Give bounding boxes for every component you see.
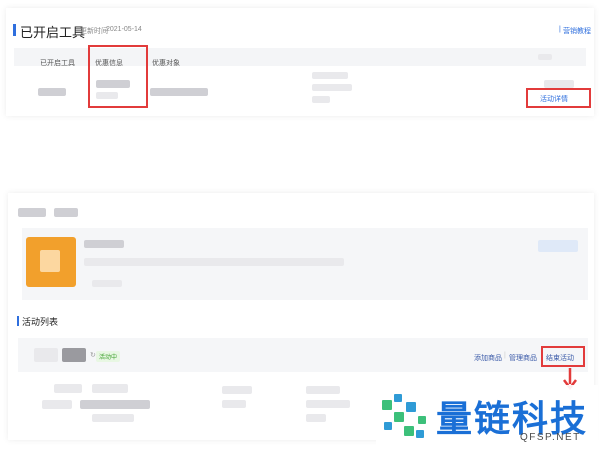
action-divider: | (504, 352, 506, 359)
blurred-info-2 (312, 84, 352, 91)
highlight-box-activity-details (526, 88, 591, 108)
blurred-info-3 (312, 96, 330, 103)
blurred-detail-9 (306, 400, 350, 408)
tutorial-link-marker: | (559, 26, 561, 33)
brand-logo-icon (382, 394, 426, 438)
blurred-detail-4 (80, 400, 150, 409)
store-logo (26, 237, 76, 287)
opened-tools-title: 已开启工具 (20, 25, 86, 40)
blurred-store-extra (92, 280, 122, 287)
blurred-detail-1 (54, 384, 82, 393)
marketing-tutorial-link[interactable]: 营销教程 (563, 26, 591, 36)
activity-list-title: 活动列表 (22, 317, 59, 327)
blurred-heading-1 (18, 208, 46, 217)
section-accent-bar (13, 24, 16, 36)
blurred-detail-6 (222, 386, 252, 394)
blurred-target (150, 88, 208, 96)
blurred-store-button[interactable] (538, 240, 578, 252)
update-time-label: 更新时间 (80, 28, 108, 35)
blurred-op-1 (544, 80, 574, 88)
blurred-store-desc (84, 258, 344, 266)
status-badge: 活动中 (96, 351, 121, 362)
blurred-detail-7 (222, 400, 246, 408)
manage-product-button[interactable]: 管理商品 (509, 353, 537, 363)
highlight-box-end-activity (541, 346, 585, 367)
blurred-tool-name (38, 88, 66, 96)
watermark-url: QFSP.NET (520, 432, 581, 443)
blurred-activity-name-1 (34, 348, 58, 362)
blurred-heading-2 (54, 208, 78, 217)
blurred-store-name (84, 240, 124, 248)
blurred-activity-name-2 (62, 348, 86, 362)
add-product-button[interactable]: 添加商品 (474, 353, 502, 363)
refresh-icon: ↻ (90, 352, 96, 359)
update-time-value: 2021-05-14 (106, 26, 142, 33)
section-accent-bar-2 (17, 316, 19, 326)
blurred-detail-2 (92, 384, 128, 393)
highlight-box-discount-info (88, 45, 148, 108)
blurred-detail-3 (42, 400, 72, 409)
blurred-detail-5 (92, 414, 134, 422)
col-operation-blurred (538, 54, 552, 60)
blurred-detail-8 (306, 386, 340, 394)
blurred-info-1 (312, 72, 348, 79)
blurred-detail-10 (306, 414, 326, 422)
